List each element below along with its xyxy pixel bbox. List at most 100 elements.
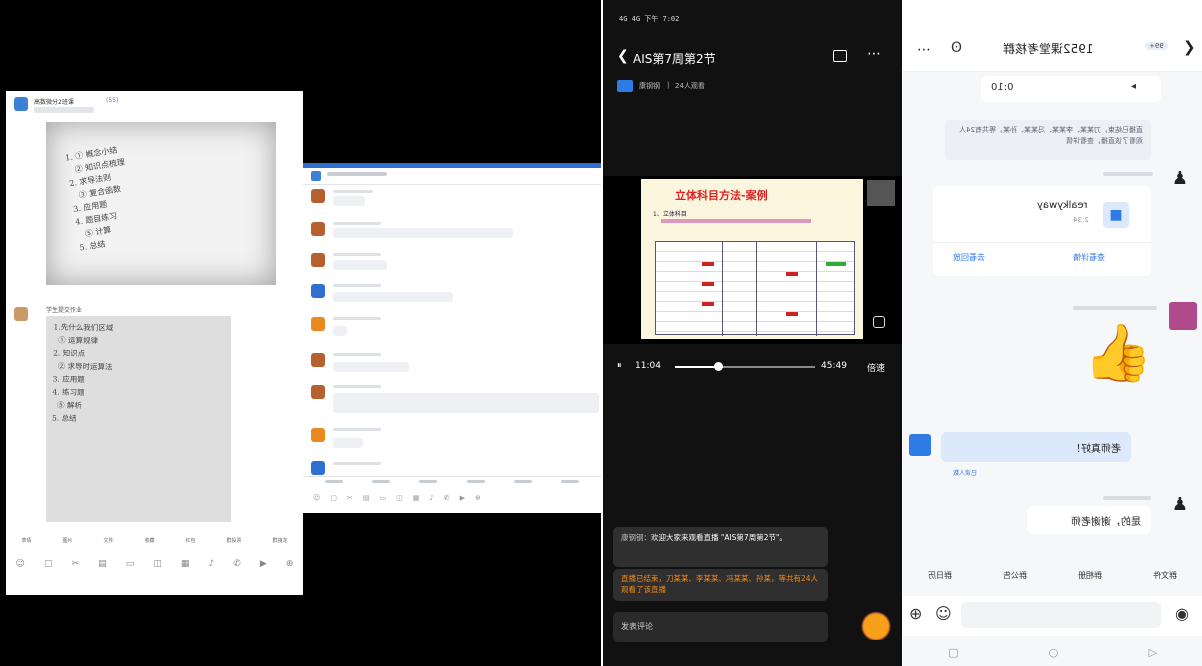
pip-icon[interactable] xyxy=(833,50,847,62)
progress-handle[interactable] xyxy=(714,362,724,371)
voice-message[interactable]: 0:10 ◂ xyxy=(981,76,1161,102)
file-icon[interactable]: ▤ xyxy=(363,494,370,504)
image-icon[interactable]: ▢ xyxy=(44,559,53,575)
camera-icon[interactable]: ◫ xyxy=(396,494,403,504)
handwriting-text-2: 1.先什么我们区域 ① 运算规律 2. 知识点 ② 求导时运算法 3. 应用题 … xyxy=(51,322,114,423)
scissor-icon[interactable]: ✂ xyxy=(72,559,80,575)
video-icon[interactable]: ▶ xyxy=(260,559,267,575)
quick-tabs: 群日历 群公告 群相册 群文件 xyxy=(903,570,1202,586)
message-avatar xyxy=(311,189,325,203)
speed-button[interactable]: 倍速 xyxy=(867,361,885,374)
voice-call-icon[interactable]: ʘ xyxy=(951,40,962,56)
card-sub: 2:34 xyxy=(1073,216,1089,224)
homework-photo-2[interactable]: 1.先什么我们区域 ① 运算规律 2. 知识点 ② 求导时运算法 3. 应用题 … xyxy=(46,316,231,522)
message-bubble xyxy=(333,196,365,206)
unread-badge: 99+ xyxy=(1145,42,1168,50)
chat-message-2: 直播已结束，刀某某、李某某、冯某某、孙某，等共有24人观看了该直播 xyxy=(613,569,828,601)
file-icon[interactable]: ▤ xyxy=(98,559,107,575)
more-icon[interactable]: ⋯ xyxy=(917,42,931,58)
video-icon[interactable]: ▶ xyxy=(460,494,465,504)
add-icon[interactable]: ⊕ xyxy=(909,604,922,623)
phone-icon[interactable]: ✆ xyxy=(444,494,450,504)
menu-redpack[interactable]: 红包 xyxy=(185,537,195,549)
message-avatar xyxy=(311,222,325,236)
slide-item: 1、立体科目 xyxy=(653,211,687,218)
tab-group-notice[interactable]: 群公告 xyxy=(1003,570,1027,586)
mic-icon[interactable]: ♪ xyxy=(208,559,214,575)
pause-icon[interactable]: ⏸ xyxy=(617,361,622,371)
menu-vote[interactable]: 群投票 xyxy=(226,537,241,549)
emoji-icon[interactable]: ☺ xyxy=(935,604,952,623)
message-bubble: 是的，谢谢老师 xyxy=(1027,506,1151,534)
back-icon-mirrored[interactable]: ❯ xyxy=(1183,38,1196,56)
menu-file[interactable]: 文件 xyxy=(103,537,113,549)
voice-icon: ◂ xyxy=(1131,81,1137,92)
chat-header: ⋯ ʘ 1952课堂考核群 99+ ❯ xyxy=(903,32,1202,72)
more-icon[interactable]: ⊕ xyxy=(475,494,481,504)
chat-screenshot-panel-2: ☺ ▢ ✂ ▤ ▭ ◫ ▦ ♪ ✆ ▶ ⊕ xyxy=(303,0,601,666)
folder-icon[interactable]: ▭ xyxy=(126,559,135,575)
student-avatar xyxy=(14,307,28,321)
menu-emoji[interactable]: 表情 xyxy=(21,537,31,549)
host-name: 康钢钢 xyxy=(639,82,660,90)
progress-track[interactable] xyxy=(675,362,815,371)
card-button-2[interactable]: 查看详情 xyxy=(1073,252,1105,263)
sender-avatar xyxy=(909,434,931,456)
message-avatar xyxy=(311,317,325,331)
toolbar-icons: ☺ ▢ ✂ ▤ ▭ ◫ ▦ ♪ ✆ ▶ ⊕ xyxy=(6,559,303,575)
slide-table xyxy=(655,241,855,336)
status-bar: 4G 4G 下午 7:02 xyxy=(619,15,680,23)
user-avatar-2: ♟ xyxy=(1171,494,1189,515)
calendar-icon[interactable]: ▦ xyxy=(413,494,420,504)
tab-group-calendar[interactable]: 群日历 xyxy=(928,570,952,586)
menu-row xyxy=(303,480,601,490)
image-icon[interactable]: ▢ xyxy=(330,494,337,504)
video-player[interactable]: 立体科目方法-案例 1、立体科目 xyxy=(603,176,902,344)
chat-window: 高数微分2班课 (55) 1. ① 概念小结 ② 知识点梳理 2. 求导法则 ③… xyxy=(6,91,303,595)
live-icon: ■ xyxy=(1103,202,1129,228)
homework-photo-1[interactable]: 1. ① 概念小结 ② 知识点梳理 2. 求导法则 ③ 复合函数 3. 应用题 … xyxy=(46,122,276,285)
fullscreen-icon[interactable] xyxy=(873,316,885,328)
back-nav-icon[interactable]: ▷ xyxy=(1148,646,1156,659)
chat-text: 欢迎大家来观看直播 "AIS第7周第2节"。 xyxy=(651,533,787,542)
voice-input-icon[interactable]: ◉ xyxy=(1175,604,1189,623)
group-avatar xyxy=(14,97,28,111)
more-icon[interactable]: ⋯ xyxy=(867,46,881,62)
slide: 立体科目方法-案例 1、立体科目 xyxy=(641,179,863,339)
folder-icon[interactable]: ▭ xyxy=(379,494,386,504)
handwriting-text-1: 1. ① 概念小结 ② 知识点梳理 2. 求导法则 ③ 复合函数 3. 应用题 … xyxy=(64,145,126,253)
emoji-icon[interactable]: ☺ xyxy=(16,559,25,575)
camera-icon[interactable]: ◫ xyxy=(153,559,162,575)
menu-fav[interactable]: 收藏 xyxy=(144,537,154,549)
phone-icon[interactable]: ✆ xyxy=(233,559,241,575)
live-card[interactable]: ■ realkyway 2:34 去看回放 查看详情 xyxy=(933,186,1151,276)
scissor-icon[interactable]: ✂ xyxy=(347,494,353,504)
reply-bubble: 老师真好！ xyxy=(941,432,1131,462)
menu-image[interactable]: 图片 xyxy=(62,537,72,549)
message-input[interactable] xyxy=(961,602,1161,628)
home-icon[interactable]: ○ xyxy=(1049,646,1059,659)
tab-group-album[interactable]: 群相册 xyxy=(1078,570,1102,586)
input-menu: 表情 图片 文件 收藏 红包 群投票 群接龙 xyxy=(6,537,303,549)
student-avatar xyxy=(1169,302,1197,330)
message-bubble xyxy=(333,393,599,413)
user-avatar: ♟ xyxy=(1171,168,1189,189)
gift-icon[interactable] xyxy=(861,606,891,640)
message-avatar xyxy=(311,353,325,367)
menu-relay[interactable]: 群接龙 xyxy=(272,537,287,549)
mic-icon[interactable]: ♪ xyxy=(429,494,433,504)
card-button-1[interactable]: 去看回放 xyxy=(953,252,985,263)
slide-title: 立体科目方法-案例 xyxy=(675,189,768,202)
message-bubble xyxy=(333,260,387,270)
back-icon[interactable]: ❮ xyxy=(617,48,629,64)
toolbar-icons: ☺ ▢ ✂ ▤ ▭ ◫ ▦ ♪ ✆ ▶ ⊕ xyxy=(313,494,593,504)
calendar-icon[interactable]: ▦ xyxy=(181,559,190,575)
recent-apps-icon[interactable]: ▢ xyxy=(948,646,958,659)
comment-input[interactable]: 发表评论 xyxy=(613,612,828,642)
message-avatar xyxy=(311,385,325,399)
more-icon[interactable]: ⊕ xyxy=(286,559,294,575)
tab-group-files[interactable]: 群文件 xyxy=(1153,570,1177,586)
message-bubble xyxy=(333,228,513,238)
message-avatar xyxy=(311,428,325,442)
emoji-icon[interactable]: ☺ xyxy=(313,494,320,504)
